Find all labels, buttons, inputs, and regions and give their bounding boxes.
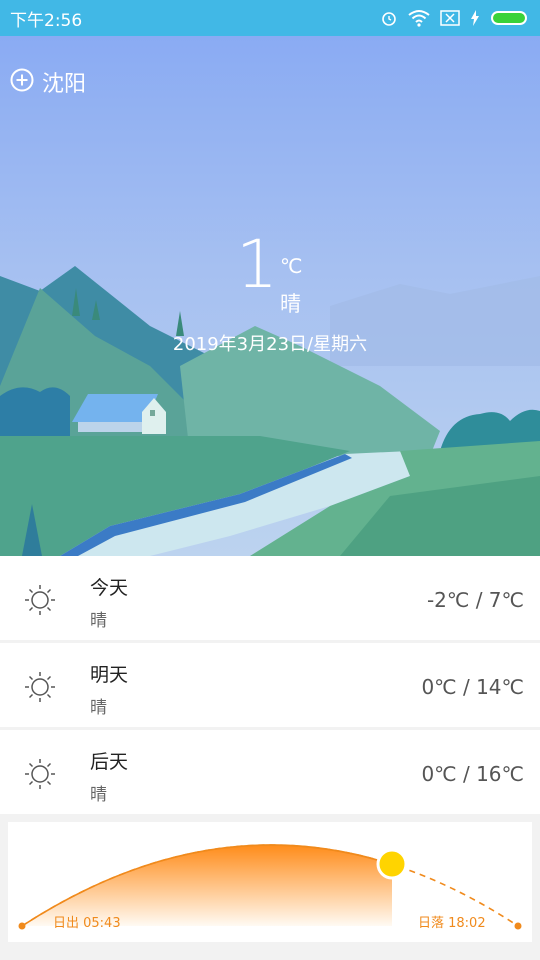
forecast-condition: 晴: [90, 698, 107, 718]
status-bar: 下午2:56: [0, 0, 540, 36]
sun-icon: [24, 758, 56, 794]
forecast-range: -2℃ / 7℃: [426, 588, 524, 612]
wifi-icon: [408, 9, 430, 27]
forecast-condition: 晴: [90, 785, 107, 805]
current-temperature: 1: [236, 226, 278, 303]
sun-arc-card: 日出 05:43 日落 18:02: [8, 822, 532, 942]
forecast-list: 今天 晴 -2℃ / 7℃ 明天 晴 0℃ / 14℃ 后天 晴 0℃ / 16…: [0, 556, 540, 817]
sun-icon: [24, 671, 56, 707]
current-date: 2019年3月23日/星期六: [172, 334, 368, 355]
sunrise-time: 日出 05:43: [53, 916, 121, 931]
battery-icon: [490, 10, 530, 26]
alarm-icon: [380, 9, 398, 27]
forecast-row-tomorrow[interactable]: 明天 晴 0℃ / 14℃: [0, 643, 540, 727]
forecast-day: 明天: [90, 664, 129, 686]
forecast-range: 0℃ / 14℃: [421, 675, 524, 699]
sunset-dot: [514, 922, 522, 930]
sun-icon: [24, 584, 56, 620]
status-icons: [380, 9, 530, 27]
city-name[interactable]: 沈阳: [42, 66, 86, 98]
sun-position-icon: [376, 848, 408, 880]
forecast-day: 今天: [90, 577, 129, 599]
forecast-row-today[interactable]: 今天 晴 -2℃ / 7℃: [0, 556, 540, 640]
current-condition: 晴: [280, 292, 301, 316]
charging-icon: [470, 10, 480, 26]
status-time: 下午2:56: [10, 10, 83, 31]
temperature-unit: ℃: [280, 254, 303, 278]
forecast-condition: 晴: [90, 611, 107, 631]
forecast-range: 0℃ / 16℃: [421, 762, 524, 786]
sim-icon: [440, 10, 460, 26]
plus-circle-icon[interactable]: [10, 68, 34, 96]
weather-hero: 沈阳 1 ℃ 晴 2019年3月23日/星期六: [0, 36, 540, 556]
sunset-time: 日落 18:02: [418, 916, 486, 931]
sunrise-dot: [18, 922, 26, 930]
forecast-row-day-after[interactable]: 后天 晴 0℃ / 16℃: [0, 730, 540, 814]
forecast-day: 后天: [90, 751, 129, 773]
location-row[interactable]: 沈阳: [10, 66, 86, 98]
